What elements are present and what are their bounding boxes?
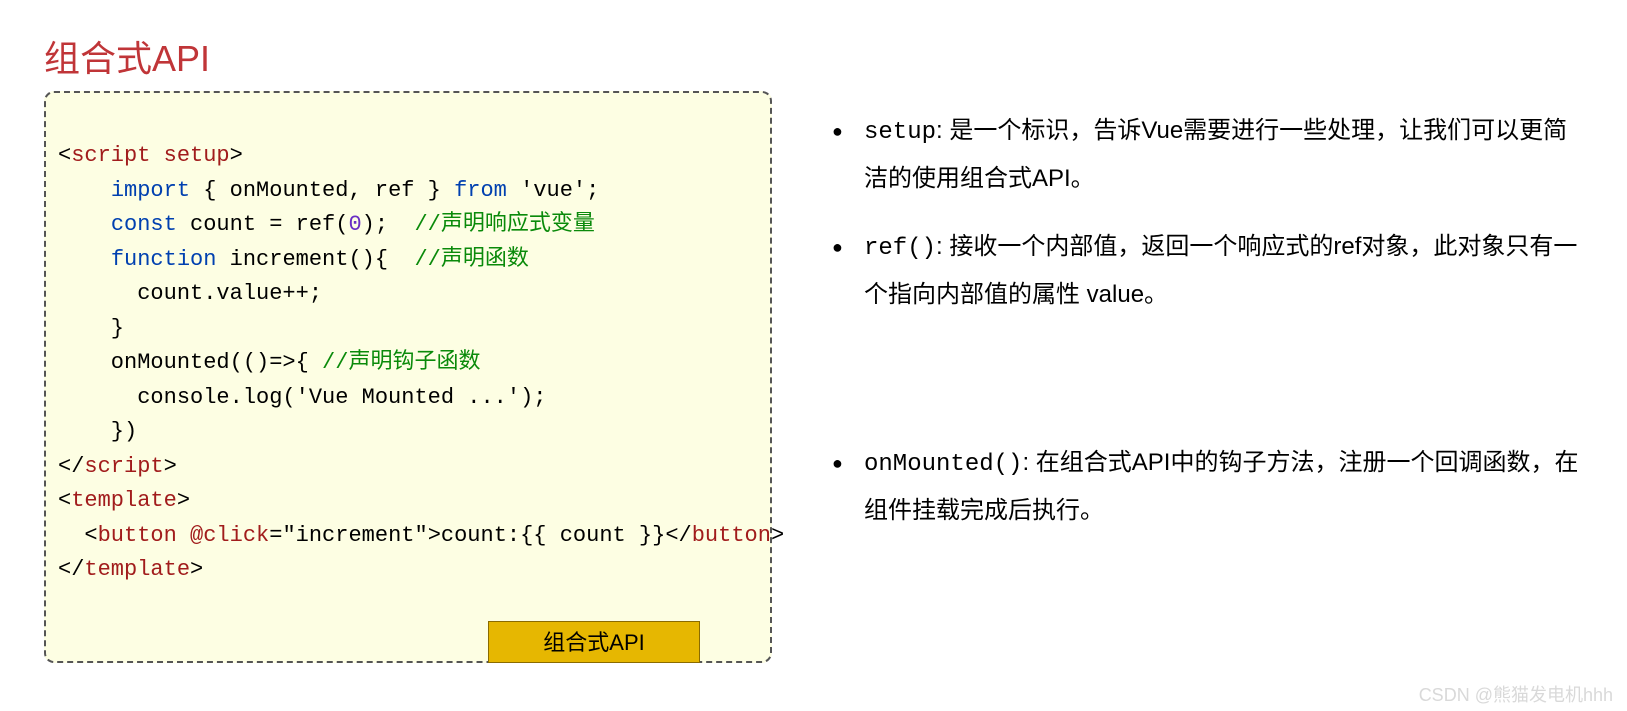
notes-list: setup: 是一个标识，告诉Vue需要进行一些处理，让我们可以更简洁的使用组合… — [818, 108, 1588, 556]
watermark: CSDN @熊猫发电机hhh — [1419, 681, 1613, 707]
code-line: function increment(){ //声明函数 — [58, 247, 529, 272]
note-item-setup: setup: 是一个标识，告诉Vue需要进行一些处理，让我们可以更简洁的使用组合… — [818, 108, 1588, 202]
code-line: console.log('Vue Mounted ...'); — [58, 385, 546, 410]
note-item-onmounted: onMounted(): 在组合式API中的钩子方法，注册一个回调函数，在组件挂… — [818, 440, 1588, 534]
note-text: : 是一个标识，告诉Vue需要进行一些处理，让我们可以更简洁的使用组合式API。 — [864, 117, 1567, 192]
code-block: <script setup> import { onMounted, ref }… — [44, 91, 772, 663]
note-item-ref: ref(): 接收一个内部值，返回一个响应式的ref对象，此对象只有一个指向内部… — [818, 224, 1588, 318]
code-line: <script setup> — [58, 143, 243, 168]
code-line: } — [58, 316, 124, 341]
code-line: <button @click="increment">count:{{ coun… — [58, 523, 784, 548]
note-keyword: ref() — [864, 235, 936, 262]
code-line: import { onMounted, ref } from 'vue'; — [58, 178, 599, 203]
note-text: : 接收一个内部值，返回一个响应式的ref对象，此对象只有一个指向内部值的属性 … — [864, 233, 1577, 308]
code-line: const count = ref(0); //声明响应式变量 — [58, 212, 595, 237]
code-line: onMounted(()=>{ //声明钩子函数 — [58, 350, 480, 375]
page-title: 组合式API — [44, 30, 210, 82]
code-line: count.value++; — [58, 281, 322, 306]
code-line: </script> — [58, 454, 177, 479]
code-line: <template> — [58, 488, 190, 513]
code-badge: 组合式API — [488, 621, 700, 663]
note-keyword: onMounted() — [864, 451, 1022, 478]
spacer — [818, 340, 1588, 440]
code-line: </template> — [58, 557, 203, 582]
note-keyword: setup — [864, 119, 936, 146]
code-line: }) — [58, 419, 137, 444]
